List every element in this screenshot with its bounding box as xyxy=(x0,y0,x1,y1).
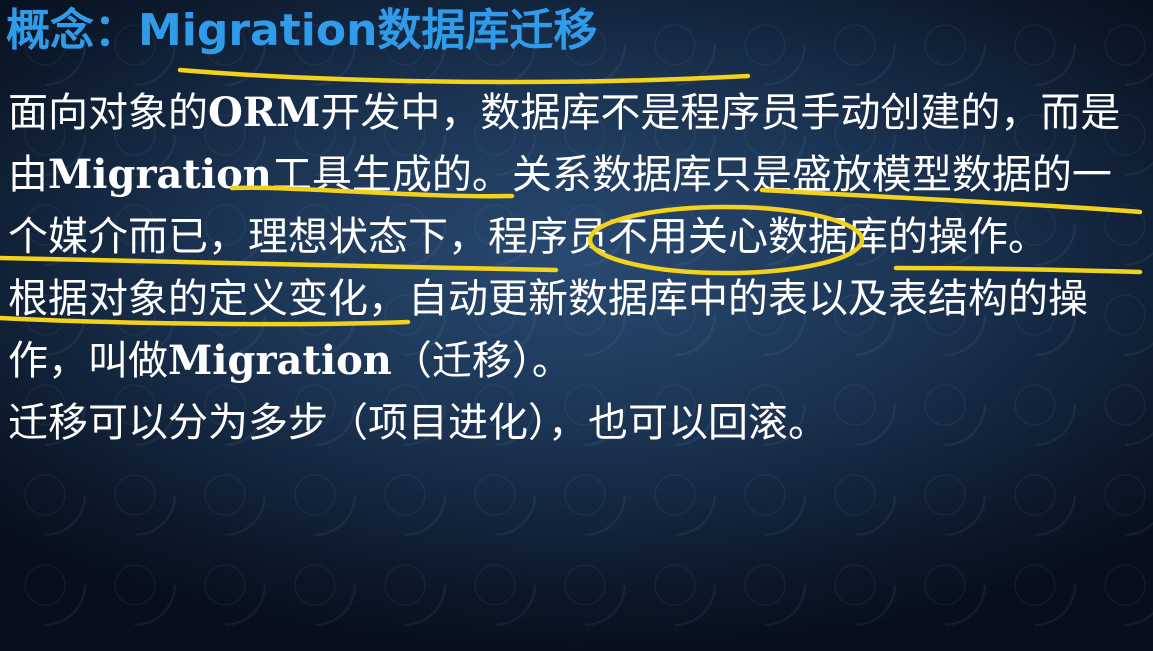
slide-body: 面向对象的ORM开发中，数据库不是程序员手动创建的，而是由Migration工具… xyxy=(8,82,1148,454)
underline-title xyxy=(177,67,751,85)
term-migration: Migration xyxy=(48,151,272,198)
term-orm: ORM xyxy=(208,89,321,136)
text-run: 面向对象的 xyxy=(8,90,208,136)
presentation-slide: 概念：Migration数据库迁移 面向对象的ORM开发中，数据库不是程序员手动… xyxy=(0,0,1153,651)
text-run: （迁移）。 xyxy=(391,338,572,384)
paragraph-orm: 面向对象的ORM开发中，数据库不是程序员手动创建的，而是由Migration工具… xyxy=(8,82,1148,268)
paragraph-definition: 根据对象的定义变化，自动更新数据库中的表以及表结构的操作，叫做Migration… xyxy=(8,268,1148,392)
paragraph-rollback: 迁移可以分为多步（项目进化），也可以回滚。 xyxy=(8,392,1148,454)
term-migration: Migration xyxy=(168,337,392,384)
text-run: 迁移可以分为多步（项目进化），也可以回滚。 xyxy=(8,400,828,446)
slide-title: 概念：Migration数据库迁移 xyxy=(6,5,598,56)
